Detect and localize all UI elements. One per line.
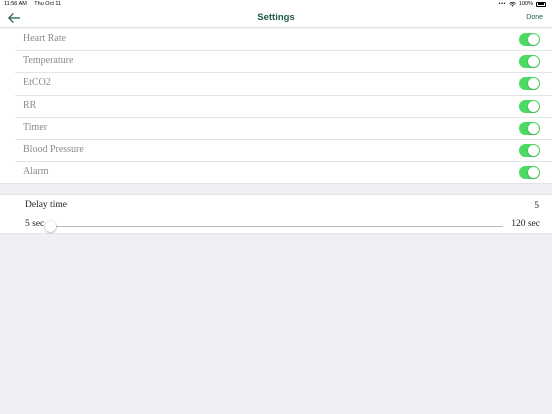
toggle-label: RR xyxy=(23,99,37,111)
toggle-label: Temperature xyxy=(23,55,74,67)
delay-time-slider[interactable] xyxy=(44,221,503,232)
status-bar: 11:56 AM Thu Oct 11 ••• 100% xyxy=(0,0,552,9)
switch-knob xyxy=(528,56,539,68)
delay-time-value: 5 xyxy=(534,201,539,211)
switch-knob xyxy=(528,78,539,90)
status-bar-right: ••• 100% xyxy=(499,1,546,7)
navigation-bar: Settings Done xyxy=(0,9,552,28)
toggle-row-etco2: EtCO2 xyxy=(0,73,552,96)
slider-min-label: 5 sec xyxy=(25,219,45,229)
temperature-switch[interactable] xyxy=(519,55,540,69)
toggle-label: EtCO2 xyxy=(23,77,51,89)
toggle-label: Alarm xyxy=(23,166,49,178)
blood-pressure-switch[interactable] xyxy=(519,143,540,157)
status-bar-left: 11:56 AM Thu Oct 11 xyxy=(4,1,67,7)
toggle-label: Blood Pressure xyxy=(23,143,84,155)
toggle-list: Heart Rate Temperature EtCO2 RR Timer Bl… xyxy=(0,29,552,185)
rr-switch[interactable] xyxy=(519,99,540,113)
done-button[interactable]: Done xyxy=(526,14,543,21)
heart-rate-switch[interactable] xyxy=(519,33,540,46)
status-date: Thu Oct 11 xyxy=(34,1,62,7)
switch-knob xyxy=(528,122,539,134)
switch-knob xyxy=(528,144,539,156)
battery-icon xyxy=(536,1,546,7)
toggle-label: Timer xyxy=(23,121,48,133)
status-time: 11:56 AM xyxy=(4,1,27,7)
toggle-row-rr: RR xyxy=(0,95,552,118)
battery-percent: 100% xyxy=(518,1,533,7)
alarm-switch[interactable] xyxy=(519,166,540,180)
delay-time-section: Delay time 5 5 sec 120 sec xyxy=(0,194,552,234)
toggle-row-timer: Timer xyxy=(0,117,552,141)
timer-switch[interactable] xyxy=(519,121,540,135)
switch-knob xyxy=(528,167,539,179)
multitask-dots-icon: ••• xyxy=(498,1,506,7)
wifi-icon xyxy=(509,1,516,7)
toggle-row-temperature: Temperature xyxy=(0,51,552,74)
toggle-row-heart-rate: Heart Rate xyxy=(0,29,552,52)
slider-max-label: 120 sec xyxy=(511,219,540,229)
etco2-switch[interactable] xyxy=(519,77,540,91)
toggle-label: Heart Rate xyxy=(23,33,67,44)
toggle-row-alarm: Alarm xyxy=(0,162,552,185)
page-title: Settings xyxy=(257,12,295,23)
switch-knob xyxy=(528,34,539,45)
delay-time-label: Delay time xyxy=(25,200,67,210)
toggle-row-blood-pressure: Blood Pressure xyxy=(0,139,552,163)
slider-thumb[interactable] xyxy=(44,221,56,232)
switch-knob xyxy=(528,100,539,112)
